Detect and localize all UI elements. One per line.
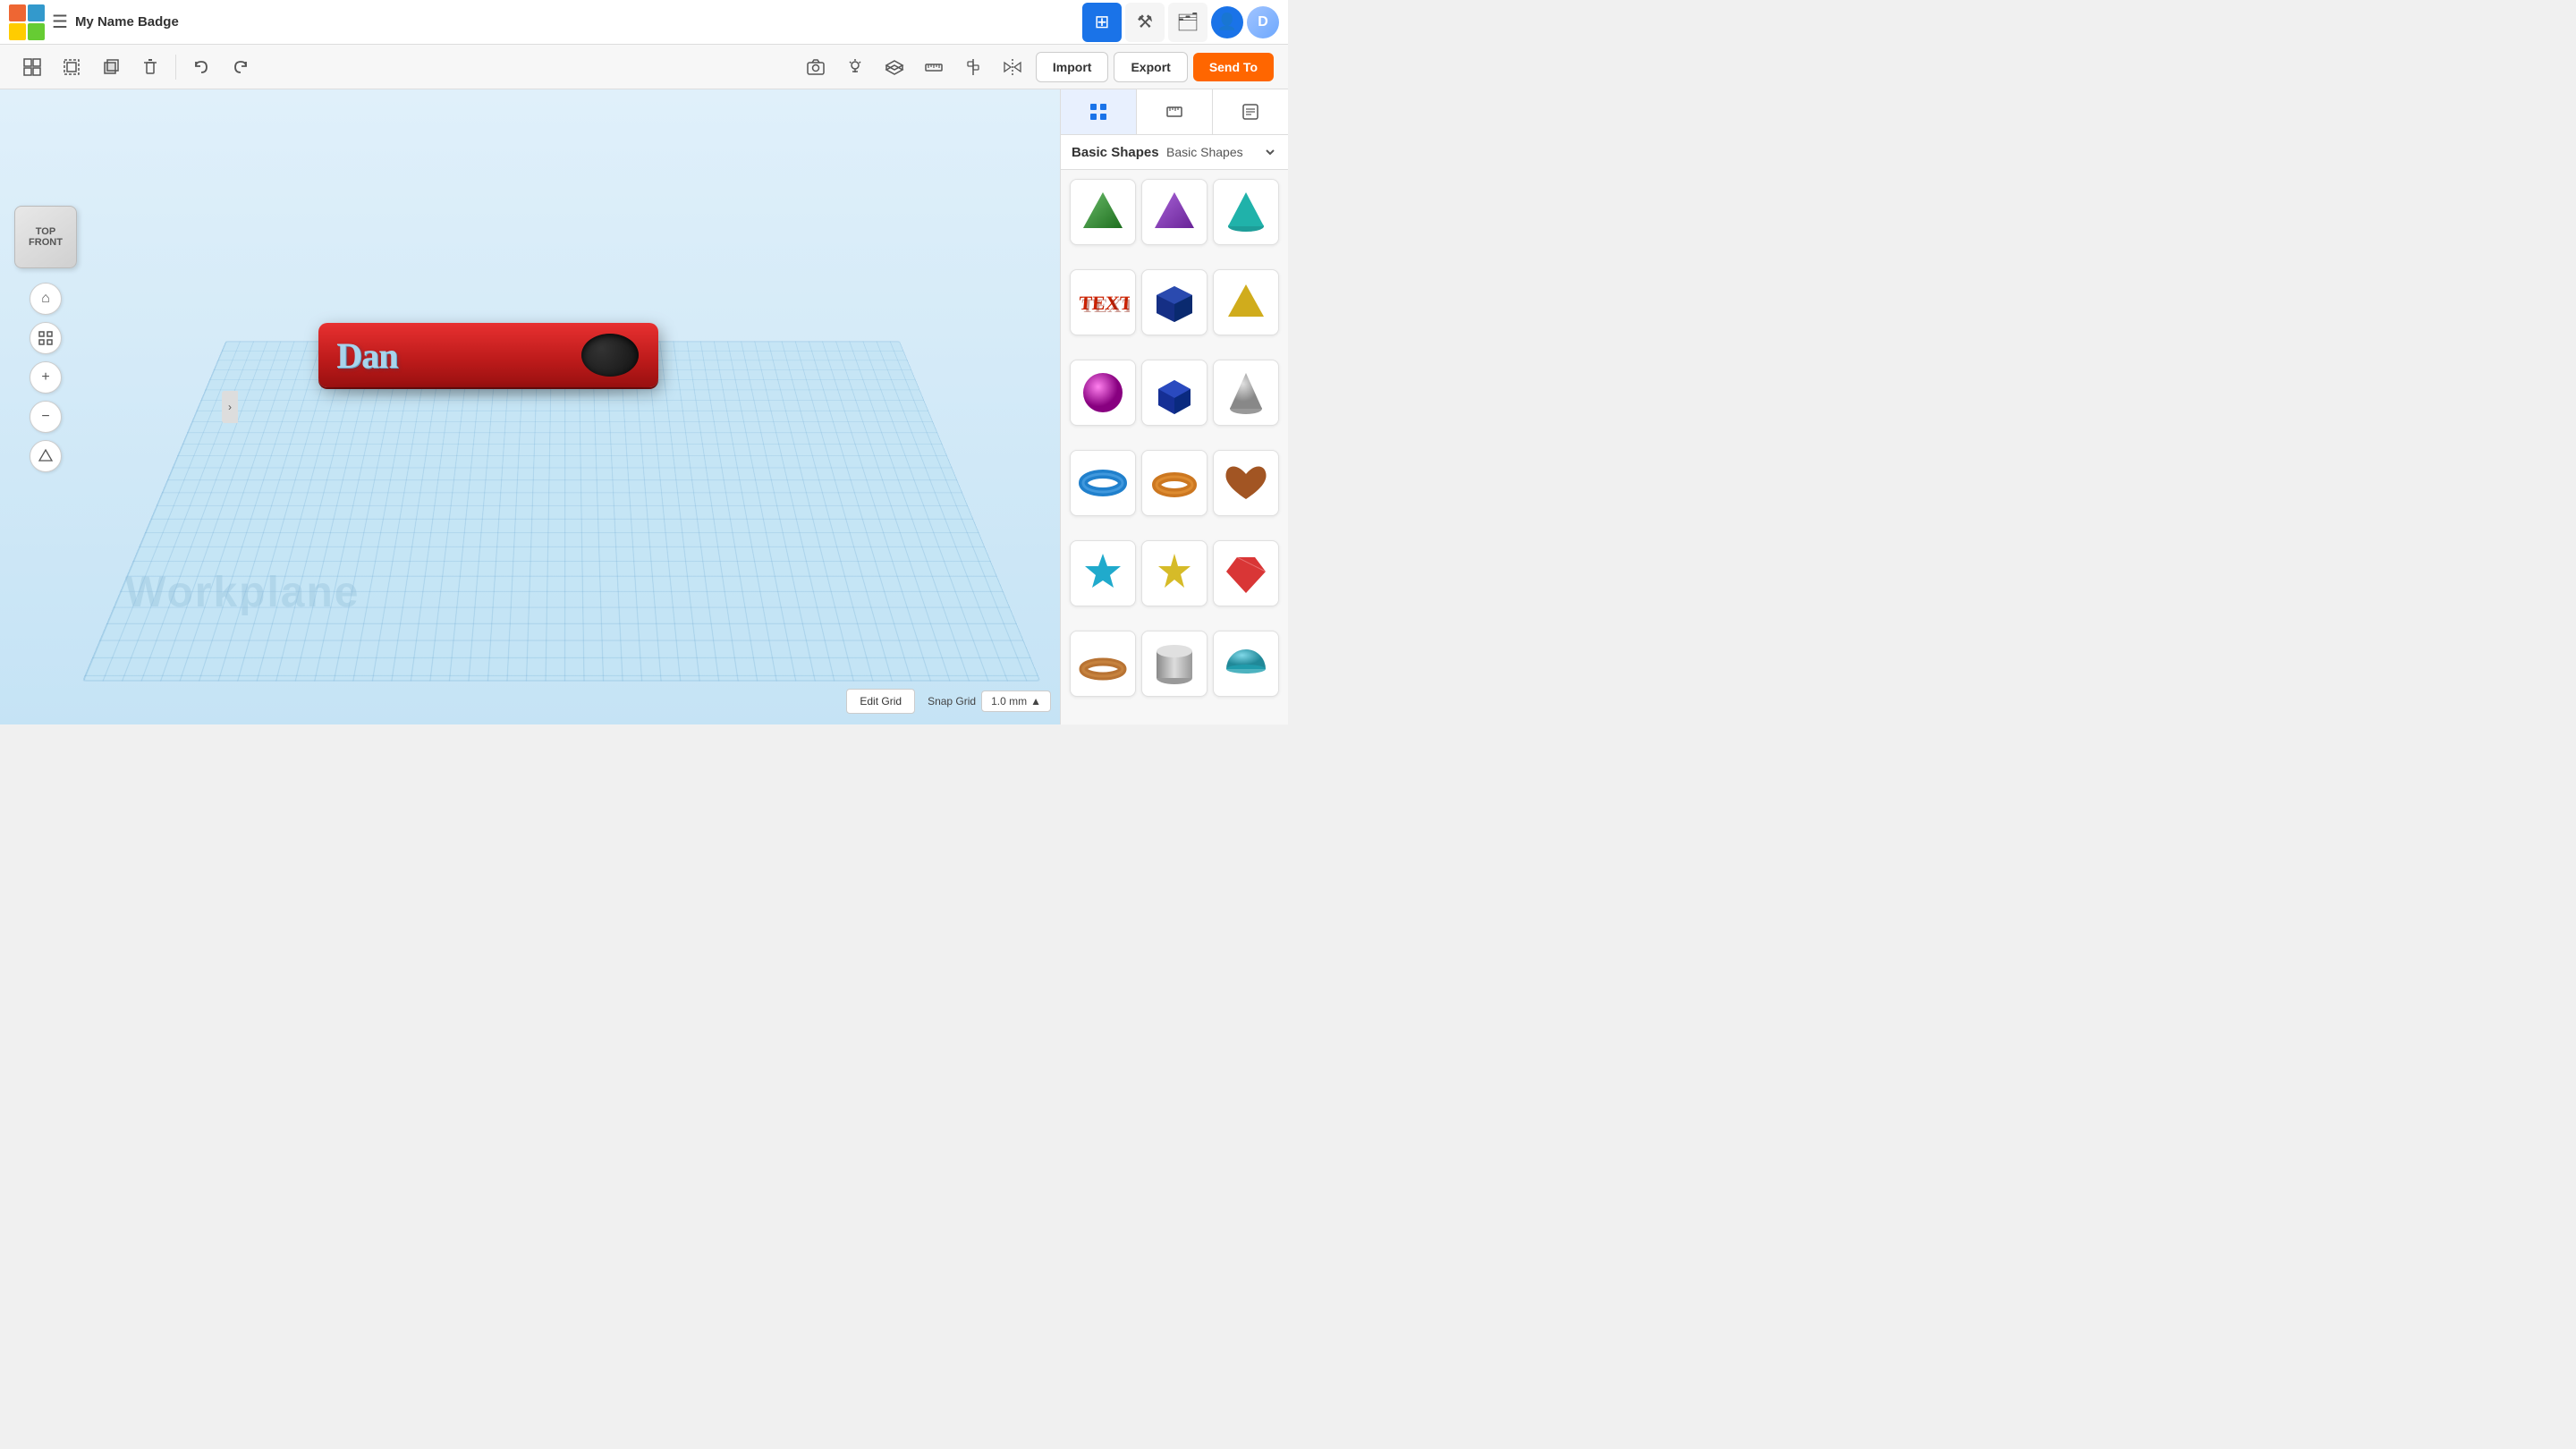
badge-hole — [581, 334, 639, 377]
home-view-button[interactable]: ⌂ — [30, 283, 62, 315]
light-button[interactable] — [837, 49, 873, 85]
canvas-area[interactable]: Dan Workplane Edit Grid Snap Grid 1.0 mm… — [0, 89, 1060, 724]
view-cube[interactable]: TOP FRONT — [14, 206, 77, 268]
shape-half-sphere[interactable] — [1213, 631, 1279, 697]
shape-star5[interactable] — [1141, 540, 1208, 606]
right-panel: Basic Shapes Basic Shapes Featured Shape… — [1060, 89, 1288, 724]
fit-view-button[interactable] — [30, 322, 62, 354]
shape-teal-cone[interactable] — [1213, 179, 1279, 245]
workplane-button[interactable] — [877, 49, 912, 85]
shape-heart[interactable] — [1213, 450, 1279, 516]
align-button[interactable] — [955, 49, 991, 85]
bottom-bar: Edit Grid Snap Grid 1.0 mm ▲ — [846, 689, 1051, 714]
tools-button[interactable]: ⚒ — [1125, 3, 1165, 42]
badge-shadow — [336, 387, 640, 396]
shape-green-pyramid[interactable] — [1070, 179, 1136, 245]
duplicate-button[interactable] — [93, 49, 129, 85]
view-cube-top: TOP — [36, 226, 55, 237]
snap-grid-label: Snap Grid — [928, 695, 976, 708]
main-area: TOP FRONT ⌂ + − Dan Workplane — [0, 89, 1288, 724]
right-panel-icons — [1061, 89, 1288, 135]
shapes-header: Basic Shapes Basic Shapes Featured Shape… — [1061, 135, 1288, 170]
snap-arrow: ▲ — [1030, 695, 1041, 708]
shape-gem[interactable] — [1213, 540, 1279, 606]
shape-torus-blue[interactable] — [1070, 450, 1136, 516]
svg-text:TEXT: TEXT — [1080, 294, 1130, 317]
top-nav: ☰ My Name Badge ⊞ ⚒ 🗂 👤 D — [0, 0, 1288, 45]
import-button[interactable]: Import — [1036, 52, 1109, 82]
snap-grid-control: Snap Grid 1.0 mm ▲ — [928, 691, 1051, 712]
workplane-container: Dan Workplane — [72, 134, 1060, 724]
view-cube-front: FRONT — [29, 237, 63, 248]
name-badge-object[interactable]: Dan — [318, 323, 658, 396]
project-title[interactable]: My Name Badge — [75, 14, 1075, 30]
camera-button[interactable] — [798, 49, 834, 85]
undo-button[interactable] — [183, 49, 219, 85]
shapes-section-title: Basic Shapes — [1072, 145, 1163, 160]
shape-torus-orange[interactable] — [1141, 450, 1208, 516]
shape-text3d[interactable]: TEXTTEXT — [1070, 269, 1136, 335]
toolbar: Import Export Send To — [0, 45, 1288, 89]
add-user-button[interactable]: 👤 — [1211, 6, 1243, 38]
ruler-button[interactable] — [916, 49, 952, 85]
toolbar-right: Import Export Send To — [798, 49, 1274, 85]
shape-gray-cone[interactable] — [1213, 360, 1279, 426]
shape-blue-box2[interactable] — [1141, 360, 1208, 426]
shape-blue-box[interactable] — [1141, 269, 1208, 335]
toolbar-separator-1 — [175, 55, 176, 80]
rulers-tab[interactable] — [1137, 89, 1213, 134]
shape-yellow-pyramid[interactable] — [1213, 269, 1279, 335]
list-view-icon[interactable]: ☰ — [52, 11, 68, 33]
ungroup-button[interactable] — [54, 49, 89, 85]
sendto-button[interactable]: Send To — [1193, 53, 1274, 81]
tinkercad-logo[interactable] — [9, 4, 45, 40]
shapes-category-select[interactable]: Basic Shapes Featured Shapes Text & Numb… — [1163, 144, 1277, 160]
mirror-button[interactable] — [995, 49, 1030, 85]
shape-magenta-sphere[interactable] — [1070, 360, 1136, 426]
shape-purple-pyramid[interactable] — [1141, 179, 1208, 245]
nav-right-buttons: ⊞ ⚒ 🗂 👤 D — [1082, 3, 1279, 42]
shape-cylinder[interactable] — [1141, 631, 1208, 697]
shape-ring[interactable] — [1070, 631, 1136, 697]
export-button[interactable]: Export — [1114, 52, 1187, 82]
snap-value-selector[interactable]: 1.0 mm ▲ — [981, 691, 1051, 712]
zoom-out-button[interactable]: − — [30, 401, 62, 433]
edit-grid-button[interactable]: Edit Grid — [846, 689, 915, 714]
group-button[interactable] — [14, 49, 50, 85]
badge-name-text: Dan — [336, 335, 397, 377]
zoom-in-button[interactable]: + — [30, 361, 62, 394]
gallery-button[interactable]: 🗂 — [1168, 3, 1208, 42]
shapes-grid: TEXTTEXT — [1061, 170, 1288, 724]
left-panel: TOP FRONT ⌂ + − — [9, 197, 82, 481]
shapes-3d-button[interactable] — [30, 440, 62, 472]
avatar[interactable]: D — [1247, 6, 1279, 38]
notes-tab[interactable] — [1213, 89, 1288, 134]
right-panel-collapse[interactable]: › — [222, 391, 238, 423]
view-tools — [798, 49, 1030, 85]
grid-shapes-tab[interactable] — [1061, 89, 1137, 134]
redo-button[interactable] — [223, 49, 258, 85]
grid-view-button[interactable]: ⊞ — [1082, 3, 1122, 42]
shape-star6[interactable] — [1070, 540, 1136, 606]
delete-button[interactable] — [132, 49, 168, 85]
snap-value: 1.0 mm — [991, 695, 1027, 708]
